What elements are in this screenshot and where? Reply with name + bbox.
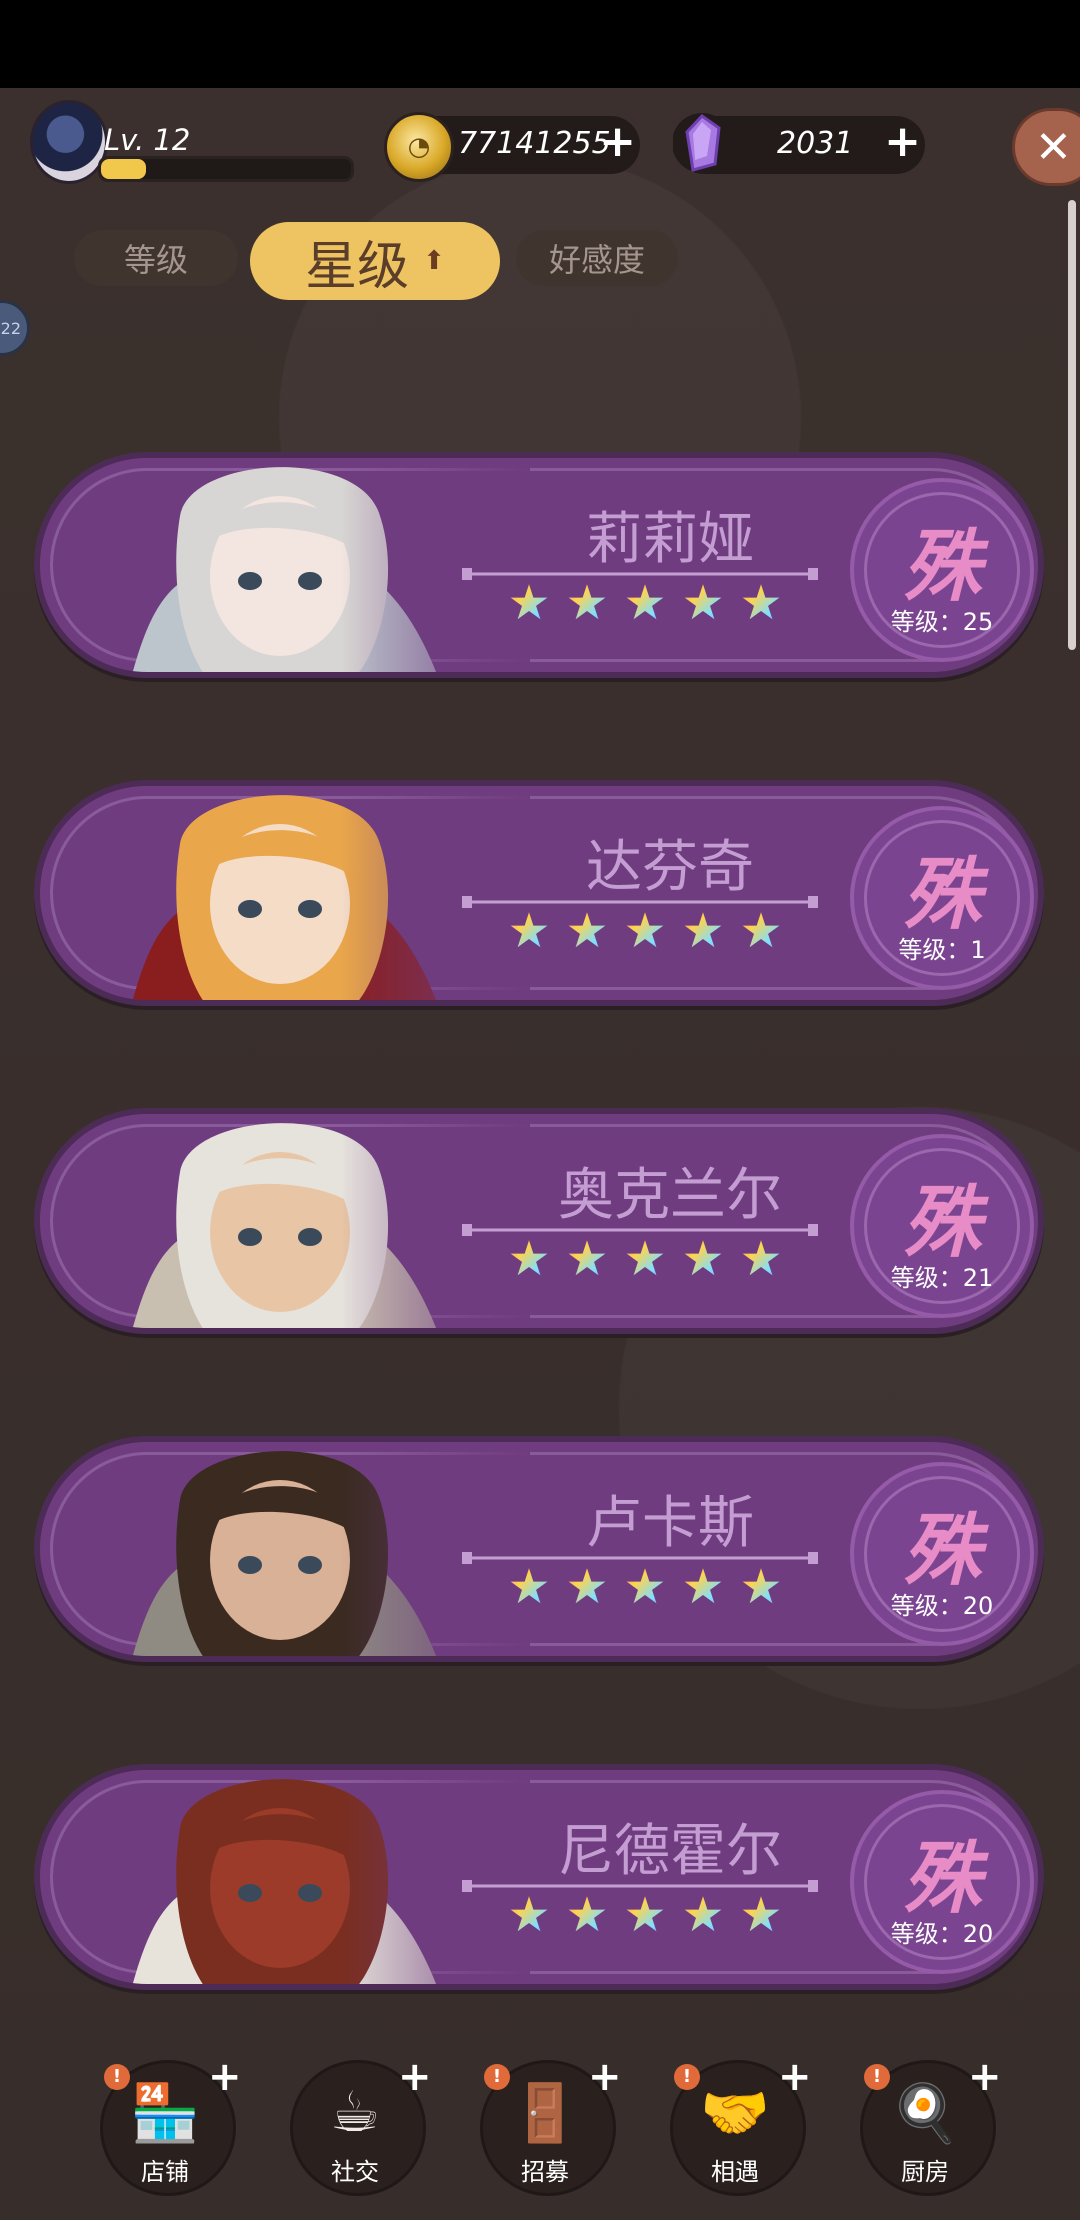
tab-star-label: 星级 xyxy=(305,236,410,297)
tab-level[interactable]: 等级 xyxy=(74,230,238,286)
star-icon: ★ xyxy=(507,575,551,631)
top-bar: Lv. 12 ◔ 77141255 + 2031 + xyxy=(0,100,1080,210)
scrollbar[interactable] xyxy=(1068,200,1076,650)
star-icon: ★ xyxy=(623,1231,667,1287)
coin-amount: 77141255 xyxy=(458,126,611,161)
nav-label: 社交 xyxy=(331,2158,379,2186)
star-rating: ★ ★ ★ ★ ★ xyxy=(506,903,806,959)
rank-glyph: 殊 xyxy=(902,1506,981,1596)
add-coins-button[interactable]: + xyxy=(599,120,636,164)
up-arrow-icon: ⬆ xyxy=(423,246,445,276)
character-card[interactable]: 莉莉娅 ★ ★ ★ ★ ★ 殊 等级：25 xyxy=(34,452,1044,678)
nav-cooking-pan[interactable]: 🍳 厨房 ! + xyxy=(860,2054,1002,2196)
alert-badge-icon: ! xyxy=(674,2064,700,2090)
nav-label: 相遇 xyxy=(711,2158,759,2186)
nav-plus-icon: + xyxy=(588,2054,622,2100)
gem-amount: 2031 xyxy=(777,126,854,161)
rank-badge: 殊 等级：25 xyxy=(850,478,1034,662)
star-icon: ★ xyxy=(623,1559,667,1615)
star-icon: ★ xyxy=(739,903,783,959)
star-icon: ★ xyxy=(507,1231,551,1287)
nav-plus-icon: + xyxy=(778,2054,812,2100)
character-level: 等级：25 xyxy=(890,608,994,636)
character-level: 等级：20 xyxy=(890,1920,994,1948)
xp-bar-fill xyxy=(101,159,146,179)
alert-badge-icon: ! xyxy=(104,2064,130,2090)
character-name: 达芬奇 xyxy=(586,835,754,900)
star-icon: ★ xyxy=(565,1559,609,1615)
purple-gem-icon xyxy=(673,113,731,173)
rank-badge: 殊 等级：1 xyxy=(850,806,1034,990)
alert-badge-icon: ! xyxy=(484,2064,510,2090)
star-icon: ★ xyxy=(681,575,725,631)
star-icon: ★ xyxy=(507,1887,551,1943)
character-level: 等级：21 xyxy=(890,1264,994,1292)
xp-bar xyxy=(98,156,354,182)
player-avatar[interactable] xyxy=(30,100,108,184)
star-icon: ★ xyxy=(739,1559,783,1615)
star-icon: ★ xyxy=(565,1887,609,1943)
character-level: 等级：20 xyxy=(890,1592,994,1620)
tab-level-label: 等级 xyxy=(123,241,188,279)
character-card[interactable]: 奥克兰尔 ★ ★ ★ ★ ★ 殊 等级：21 xyxy=(34,1108,1044,1334)
rank-badge: 殊 等级：21 xyxy=(850,1134,1034,1318)
star-icon: ★ xyxy=(681,903,725,959)
close-button[interactable]: ✕ xyxy=(1012,108,1080,186)
close-icon: ✕ xyxy=(1035,121,1072,173)
nav-handshake[interactable]: 🤝 相遇 ! + xyxy=(670,2054,812,2196)
nav-label: 招募 xyxy=(521,2158,569,2186)
rank-badge: 殊 等级：20 xyxy=(850,1790,1034,1974)
character-card[interactable]: 尼德霍尔 ★ ★ ★ ★ ★ 殊 等级：20 xyxy=(34,1764,1044,1990)
gem-counter: 2031 + xyxy=(673,113,925,174)
star-icon: ★ xyxy=(681,1231,725,1287)
star-icon: ★ xyxy=(681,1559,725,1615)
character-name: 卢卡斯 xyxy=(586,1491,754,1556)
nav-coffee-cup[interactable]: ☕ 社交 + xyxy=(290,2054,432,2196)
add-gems-button[interactable]: + xyxy=(884,120,921,164)
nav-shop[interactable]: 🏪 店铺 ! + xyxy=(100,2054,242,2196)
player-level: Lv. 12 xyxy=(104,123,191,157)
character-name: 奥克兰尔 xyxy=(558,1163,782,1228)
alert-badge-icon: ! xyxy=(864,2064,890,2090)
star-icon: ★ xyxy=(739,1231,783,1287)
status-bar xyxy=(0,0,1080,88)
rank-glyph: 殊 xyxy=(902,1834,981,1924)
nav-label: 店铺 xyxy=(141,2158,189,2186)
star-rating: ★ ★ ★ ★ ★ xyxy=(506,1559,806,1615)
tab-favor-label: 好感度 xyxy=(548,241,645,279)
side-bubble-text: 22 xyxy=(0,318,21,338)
star-rating: ★ ★ ★ ★ ★ xyxy=(506,1231,806,1287)
star-icon: ★ xyxy=(623,903,667,959)
nav-recruit-door[interactable]: 🚪 招募 ! + xyxy=(480,2054,622,2196)
character-name: 尼德霍尔 xyxy=(558,1819,782,1884)
rank-badge: 殊 等级：20 xyxy=(850,1462,1034,1646)
character-card[interactable]: 卢卡斯 ★ ★ ★ ★ ★ 殊 等级：20 xyxy=(34,1436,1044,1662)
character-card[interactable]: 达芬奇 ★ ★ ★ ★ ★ 殊 等级：1 xyxy=(34,780,1044,1006)
star-icon: ★ xyxy=(739,1887,783,1943)
star-icon: ★ xyxy=(565,1231,609,1287)
star-rating: ★ ★ ★ ★ ★ xyxy=(506,1887,806,1943)
rank-glyph: 殊 xyxy=(902,522,981,612)
nav-plus-icon: + xyxy=(968,2054,1002,2100)
star-icon: ★ xyxy=(739,575,783,631)
star-rating: ★ ★ ★ ★ ★ xyxy=(506,575,806,631)
coin-counter: ◔ 77141255 + xyxy=(384,112,640,182)
star-icon: ★ xyxy=(623,1887,667,1943)
star-icon: ★ xyxy=(565,903,609,959)
star-icon: ★ xyxy=(681,1887,725,1943)
star-icon: ★ xyxy=(507,903,551,959)
coin-icon: ◔ xyxy=(384,112,454,182)
star-icon: ★ xyxy=(623,575,667,631)
tab-star[interactable]: 星级 ⬆ xyxy=(250,222,500,300)
rank-glyph: 殊 xyxy=(902,1178,981,1268)
nav-plus-icon: + xyxy=(398,2054,432,2100)
character-level: 等级：1 xyxy=(898,936,986,964)
nav-plus-icon: + xyxy=(208,2054,242,2100)
tab-favor[interactable]: 好感度 xyxy=(516,230,678,286)
nav-label: 厨房 xyxy=(901,2158,949,2186)
star-icon: ★ xyxy=(565,575,609,631)
rank-glyph: 殊 xyxy=(902,850,981,940)
character-name: 莉莉娅 xyxy=(586,507,754,572)
star-icon: ★ xyxy=(507,1559,551,1615)
